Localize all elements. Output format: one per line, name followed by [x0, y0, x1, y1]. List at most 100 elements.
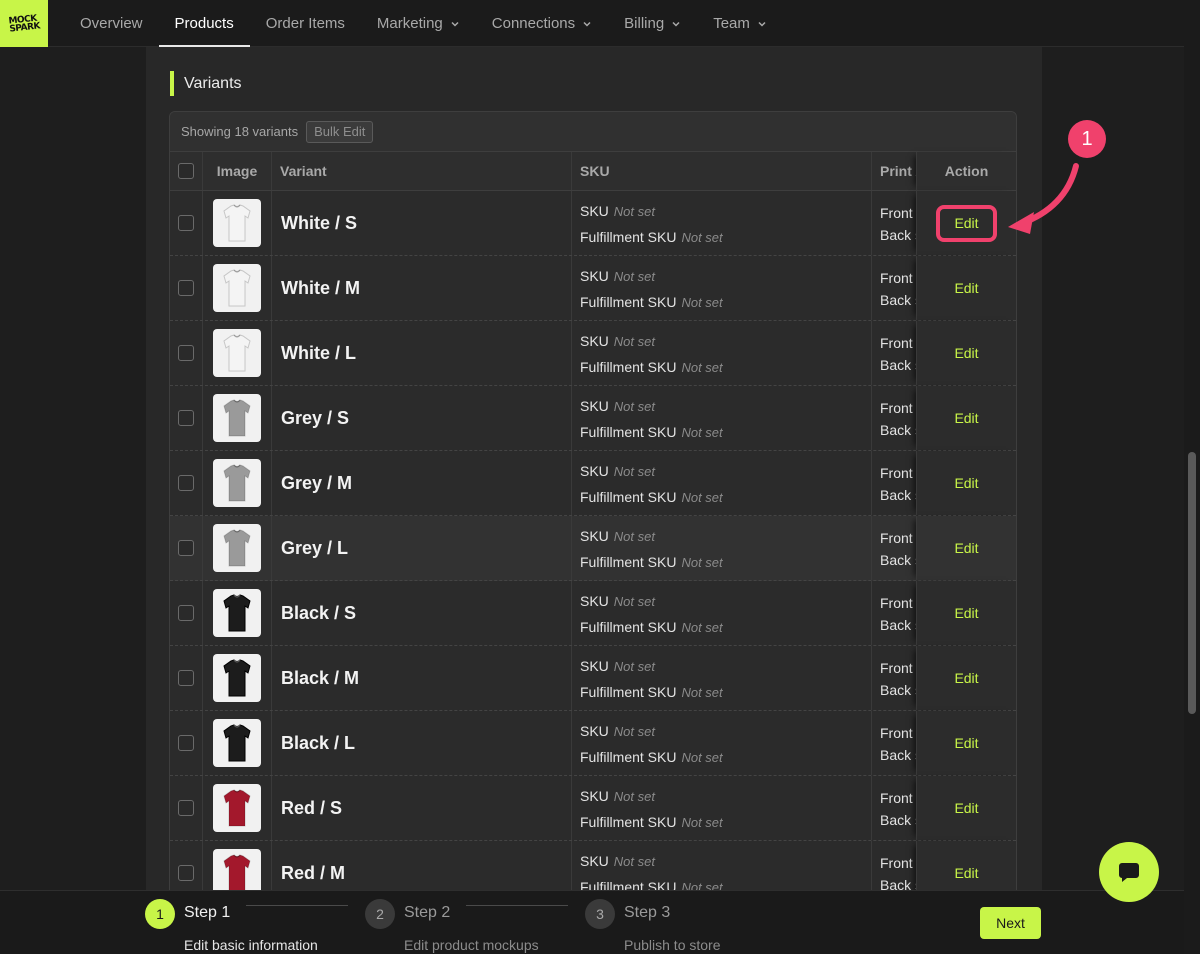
row-checkbox[interactable] — [178, 865, 194, 881]
column-header-sku[interactable]: SKU — [571, 152, 871, 190]
table-row: Black / L SKU Not set Fulfillment SKU Not se… — [170, 711, 1016, 776]
tshirt-icon — [223, 204, 251, 242]
sku-label: SKU — [580, 723, 609, 739]
edit-button[interactable]: Edit — [948, 212, 984, 234]
scrollbar-thumb[interactable] — [1188, 452, 1196, 714]
sku-label: SKU — [580, 463, 609, 479]
edit-button[interactable]: Edit — [948, 277, 984, 299]
sku-value: Not set — [613, 399, 655, 414]
step-number-badge: 1 — [145, 899, 175, 929]
nav-item-products[interactable]: Products — [158, 0, 250, 47]
nav-item-label: Marketing — [376, 15, 443, 32]
nav-item-order-items[interactable]: Order Items — [250, 0, 361, 47]
edit-button[interactable]: Edit — [948, 407, 984, 429]
print-area-back: Back side — [880, 422, 916, 438]
sku-label: SKU — [580, 788, 609, 804]
fulfillment-sku-label: Fulfillment SKU — [580, 424, 677, 440]
select-all-checkbox[interactable] — [178, 163, 194, 179]
print-area-front: Front — [880, 660, 913, 676]
edit-button[interactable]: Edit — [948, 602, 984, 624]
stepper-footer: 1 Step 1 Edit basic information 2 Step 2 Edit… — [0, 890, 1184, 954]
nav-item-billing[interactable]: Billing — [608, 0, 697, 47]
fulfillment-sku-value: Not set — [681, 620, 723, 635]
brand-logo[interactable]: MOCK SPARK — [0, 0, 48, 47]
edit-button[interactable]: Edit — [948, 472, 984, 494]
action-cell: Edit — [916, 516, 1016, 580]
chevron-down-icon — [583, 21, 591, 27]
row-checkbox[interactable] — [178, 280, 194, 296]
variant-name: Grey / L — [281, 538, 349, 558]
row-select-cell — [170, 191, 202, 255]
fulfillment-sku-label: Fulfillment SKU — [580, 684, 677, 700]
edit-button[interactable]: Edit — [948, 862, 984, 884]
print-areas-cell: Front Back side — [871, 321, 916, 385]
sku-cell: SKU Not set Fulfillment SKU Not set — [571, 451, 871, 515]
print-area-front: Front — [880, 400, 913, 416]
variant-thumbnail — [213, 719, 261, 767]
table-row: Black / S SKU Not set Fulfillment SKU Not se… — [170, 581, 1016, 646]
print-area-back: Back side — [880, 812, 916, 828]
fulfillment-sku-line: Fulfillment SKU Not set — [580, 814, 723, 830]
tshirt-icon — [223, 399, 251, 437]
nav-item-overview[interactable]: Overview — [64, 0, 159, 47]
row-checkbox[interactable] — [178, 540, 194, 556]
row-checkbox[interactable] — [178, 605, 194, 621]
sku-line: SKU Not set — [580, 203, 655, 219]
sku-cell: SKU Not set Fulfillment SKU Not set — [571, 581, 871, 645]
fulfillment-sku-line: Fulfillment SKU Not set — [580, 489, 723, 505]
row-checkbox[interactable] — [178, 475, 194, 491]
tshirt-icon — [223, 724, 251, 762]
print-area-front: Front — [880, 270, 913, 286]
row-checkbox[interactable] — [178, 215, 194, 231]
edit-button[interactable]: Edit — [948, 797, 984, 819]
edit-button[interactable]: Edit — [948, 667, 984, 689]
edit-button[interactable]: Edit — [948, 342, 984, 364]
fulfillment-sku-label: Fulfillment SKU — [580, 814, 677, 830]
column-header-variant[interactable]: Variant — [271, 152, 571, 190]
print-areas-cell: Front Back side — [871, 711, 916, 775]
row-select-cell — [170, 711, 202, 775]
print-areas-cell: Front Back side — [871, 516, 916, 580]
table-row: White / M SKU Not set Fulfillment SKU Not se… — [170, 256, 1016, 321]
print-areas-cell: Front Back side — [871, 191, 916, 255]
variant-name-cell: Red / S — [271, 776, 571, 840]
tshirt-icon — [223, 789, 251, 827]
variant-image-cell — [202, 386, 271, 450]
next-button[interactable]: Next — [980, 907, 1041, 939]
nav-item-connections[interactable]: Connections — [476, 0, 608, 47]
tshirt-icon — [223, 269, 251, 307]
print-area-front: Front — [880, 530, 913, 546]
nav-item-marketing[interactable]: Marketing — [361, 0, 476, 47]
row-select-cell — [170, 321, 202, 385]
page-scrollbar[interactable] — [1184, 0, 1200, 954]
variant-image-cell — [202, 776, 271, 840]
edit-button[interactable]: Edit — [948, 537, 984, 559]
row-checkbox[interactable] — [178, 410, 194, 426]
nav-item-label: Overview — [80, 15, 143, 32]
fulfillment-sku-line: Fulfillment SKU Not set — [580, 229, 723, 245]
row-checkbox[interactable] — [178, 800, 194, 816]
variant-image-cell — [202, 451, 271, 515]
variant-thumbnail — [213, 459, 261, 507]
table-row: Grey / M SKU Not set Fulfillment SKU Not set… — [170, 451, 1016, 516]
row-checkbox[interactable] — [178, 735, 194, 751]
variants-table: Showing 18 variants Bulk Edit Image Vari… — [169, 111, 1017, 911]
chat-support-button[interactable] — [1099, 842, 1159, 902]
sku-value: Not set — [613, 464, 655, 479]
step-number-badge: 3 — [585, 899, 615, 929]
sku-line: SKU Not set — [580, 853, 655, 869]
row-checkbox[interactable] — [178, 345, 194, 361]
variant-name-cell: Black / L — [271, 711, 571, 775]
variant-name: Red / S — [281, 798, 343, 818]
table-body: White / S SKU Not set Fulfillment SKU Not se… — [170, 191, 1016, 906]
row-checkbox[interactable] — [178, 670, 194, 686]
bulk-edit-button[interactable]: Bulk Edit — [306, 120, 374, 143]
sku-value: Not set — [613, 854, 655, 869]
variant-thumbnail — [213, 394, 261, 442]
fulfillment-sku-label: Fulfillment SKU — [580, 489, 677, 505]
print-areas-cell: Front Back side — [871, 386, 916, 450]
edit-button[interactable]: Edit — [948, 732, 984, 754]
print-area-back: Back side — [880, 292, 916, 308]
nav-item-team[interactable]: Team — [697, 0, 783, 47]
section-title: Variants — [170, 71, 242, 96]
